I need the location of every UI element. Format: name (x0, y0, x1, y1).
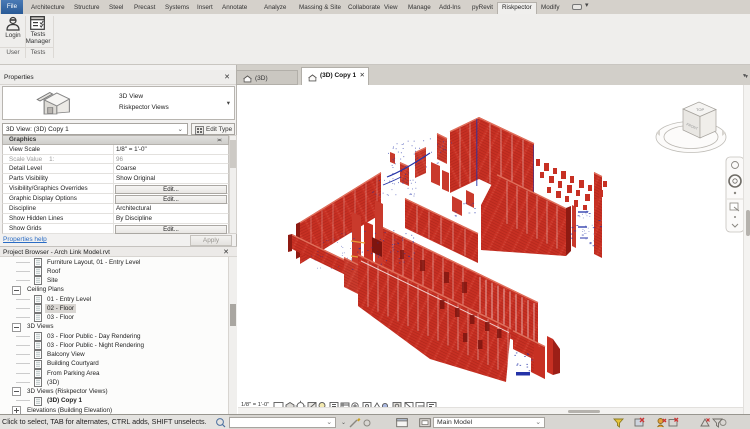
svg-text:TOP: TOP (696, 107, 704, 112)
